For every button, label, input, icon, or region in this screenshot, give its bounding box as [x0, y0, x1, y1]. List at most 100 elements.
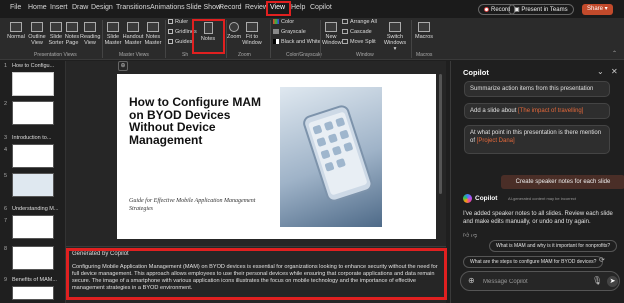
- arrange-all-icon: [342, 19, 348, 24]
- slide-title[interactable]: How to Configure MAM on BYOD Devices Wit…: [129, 96, 277, 146]
- options-icon[interactable]: ⌄: [597, 67, 604, 76]
- prompt-suggestion-summarize[interactable]: Summarize action items from this present…: [464, 81, 610, 97]
- phone-illustration-icon: [303, 105, 373, 202]
- menu-bar: File Home Insert Draw Design Transitions…: [0, 0, 624, 18]
- notes-master-button[interactable]: Notes Master: [144, 22, 162, 46]
- present-in-teams-button[interactable]: ▣ Present in Teams: [508, 4, 574, 15]
- slide-subtitle[interactable]: Guide for Effective Mobile Application M…: [129, 198, 269, 213]
- collapse-ribbon-icon[interactable]: ⌃: [612, 50, 617, 57]
- slide-thumbnail[interactable]: [12, 173, 54, 197]
- copilot-reply: I've added speaker notes to all slides. …: [463, 211, 613, 225]
- macros-icon: [418, 22, 430, 32]
- scrollbar-thumb[interactable]: [439, 74, 442, 194]
- create-speaker-notes-message: Create speaker notes for each slide: [501, 175, 624, 189]
- arrange-all-button[interactable]: Arrange All: [342, 19, 377, 25]
- thumbs-down-icon[interactable]: 👎︎: [471, 233, 477, 239]
- normal-view-button[interactable]: Normal: [5, 22, 27, 40]
- tab-draw[interactable]: Draw: [72, 4, 88, 11]
- send-icon[interactable]: ➤: [607, 276, 618, 287]
- zoom-icon: [229, 22, 239, 32]
- copilot-message-box[interactable]: ⊕ 🎙︎ ➤: [460, 271, 620, 291]
- outline-view-icon: [31, 22, 43, 32]
- group-color-grayscale: Color/Grayscale: [286, 52, 322, 58]
- switch-windows-button[interactable]: Switch Windows ▾: [382, 22, 408, 52]
- designer-icon[interactable]: ⊕: [118, 61, 128, 71]
- vertical-scrollbar[interactable]: [437, 64, 444, 244]
- black-and-white-icon: [273, 39, 279, 44]
- black-and-white-option[interactable]: Black and White: [273, 39, 321, 45]
- group-macros: Macros: [416, 52, 433, 58]
- fit-to-window-icon: [246, 22, 258, 32]
- current-slide[interactable]: How to Configure MAM on BYOD Devices Wit…: [117, 74, 436, 239]
- tab-review[interactable]: Review: [245, 4, 268, 11]
- smartphone-image[interactable]: [280, 87, 382, 227]
- separator: [320, 20, 321, 58]
- grayscale-option[interactable]: Grayscale: [273, 29, 306, 35]
- prompt-suggestion-mention[interactable]: At what point in this presentation is th…: [464, 125, 610, 154]
- suggestion-what-is-mam[interactable]: What is MAM and why is it important for …: [489, 240, 618, 252]
- slide-sorter-button[interactable]: Slide Sorter: [47, 22, 65, 46]
- ai-disclaimer: AI-generated content may be incorrect: [508, 196, 577, 201]
- tab-file[interactable]: File: [10, 4, 21, 11]
- cascade-button[interactable]: Cascade: [342, 29, 372, 35]
- tab-insert[interactable]: Insert: [50, 4, 68, 11]
- add-icon[interactable]: ⊕: [468, 276, 475, 285]
- refresh-suggestions-icon[interactable]: ⟳: [599, 256, 605, 264]
- ruler-checkbox[interactable]: Ruler: [168, 19, 188, 25]
- checkbox-icon: [168, 39, 173, 44]
- tab-slide-show[interactable]: Slide Show: [186, 4, 221, 11]
- cascade-icon: [342, 29, 348, 34]
- slide-thumbnail[interactable]: [12, 215, 54, 239]
- notes-button-highlight: [192, 19, 225, 54]
- notes-page-icon: [66, 22, 78, 32]
- slide-thumbnail[interactable]: [12, 72, 54, 96]
- thumbs-up-icon[interactable]: 👍︎: [463, 233, 469, 239]
- group-show: Sh: [182, 52, 189, 58]
- separator: [270, 20, 271, 58]
- outline-view-button[interactable]: Outline View: [27, 22, 47, 46]
- group-presentation-views: Presentation Views: [34, 52, 77, 58]
- tab-help[interactable]: Help: [291, 4, 305, 11]
- ribbon: Normal Outline View Slide Sorter Notes P…: [0, 18, 624, 60]
- slide-thumbnail[interactable]: [12, 144, 54, 168]
- tab-record[interactable]: Record: [219, 4, 242, 11]
- slide-master-button[interactable]: Slide Master: [104, 22, 122, 46]
- group-zoom: Zoom: [238, 52, 251, 58]
- reading-view-button[interactable]: Reading View: [80, 22, 101, 46]
- slide-master-icon: [107, 22, 119, 32]
- move-split-icon: [342, 39, 348, 44]
- suggestion-configure-mam[interactable]: What are the steps to configure MAM for …: [463, 256, 604, 268]
- tab-home[interactable]: Home: [28, 4, 47, 11]
- tab-design[interactable]: Design: [91, 4, 113, 11]
- tab-transitions[interactable]: Transitions: [116, 4, 150, 11]
- copilot-logo-icon: [463, 194, 472, 203]
- microphone-icon[interactable]: 🎙︎: [592, 276, 602, 285]
- zoom-button[interactable]: Zoom: [226, 22, 242, 40]
- macros-button[interactable]: Macros: [413, 22, 435, 40]
- new-window-icon: [325, 22, 337, 32]
- reading-view-icon: [84, 22, 96, 32]
- fit-to-window-button[interactable]: Fit to Window: [242, 22, 262, 46]
- copilot-pane-title: Copilot: [463, 68, 489, 77]
- tab-animations[interactable]: Animations: [150, 4, 185, 11]
- slide-thumbnail[interactable]: [12, 286, 54, 300]
- handout-master-button[interactable]: Handout Master: [122, 22, 144, 46]
- color-option[interactable]: Color: [273, 19, 294, 25]
- guides-checkbox[interactable]: Guides: [168, 39, 192, 45]
- group-master-views: Master Views: [119, 52, 149, 58]
- notes-page-button[interactable]: Notes Page: [64, 22, 80, 46]
- separator: [165, 20, 166, 58]
- separator: [411, 20, 412, 58]
- response-actions: 👍︎ 👎︎: [463, 231, 477, 239]
- move-split-button[interactable]: Move Split: [342, 39, 376, 45]
- close-icon[interactable]: ✕: [611, 67, 618, 76]
- slide-thumbnail[interactable]: [12, 101, 54, 125]
- separator: [102, 20, 103, 58]
- tab-copilot[interactable]: Copilot: [310, 4, 332, 11]
- prompt-suggestion-add-slide[interactable]: Add a slide about [The impact of travell…: [464, 103, 610, 119]
- share-button[interactable]: Share ▾: [582, 4, 613, 15]
- slide-thumbnail[interactable]: [12, 246, 54, 270]
- message-copilot-input[interactable]: [483, 276, 573, 287]
- new-window-button[interactable]: New Window: [322, 22, 342, 46]
- notes-master-icon: [147, 22, 159, 32]
